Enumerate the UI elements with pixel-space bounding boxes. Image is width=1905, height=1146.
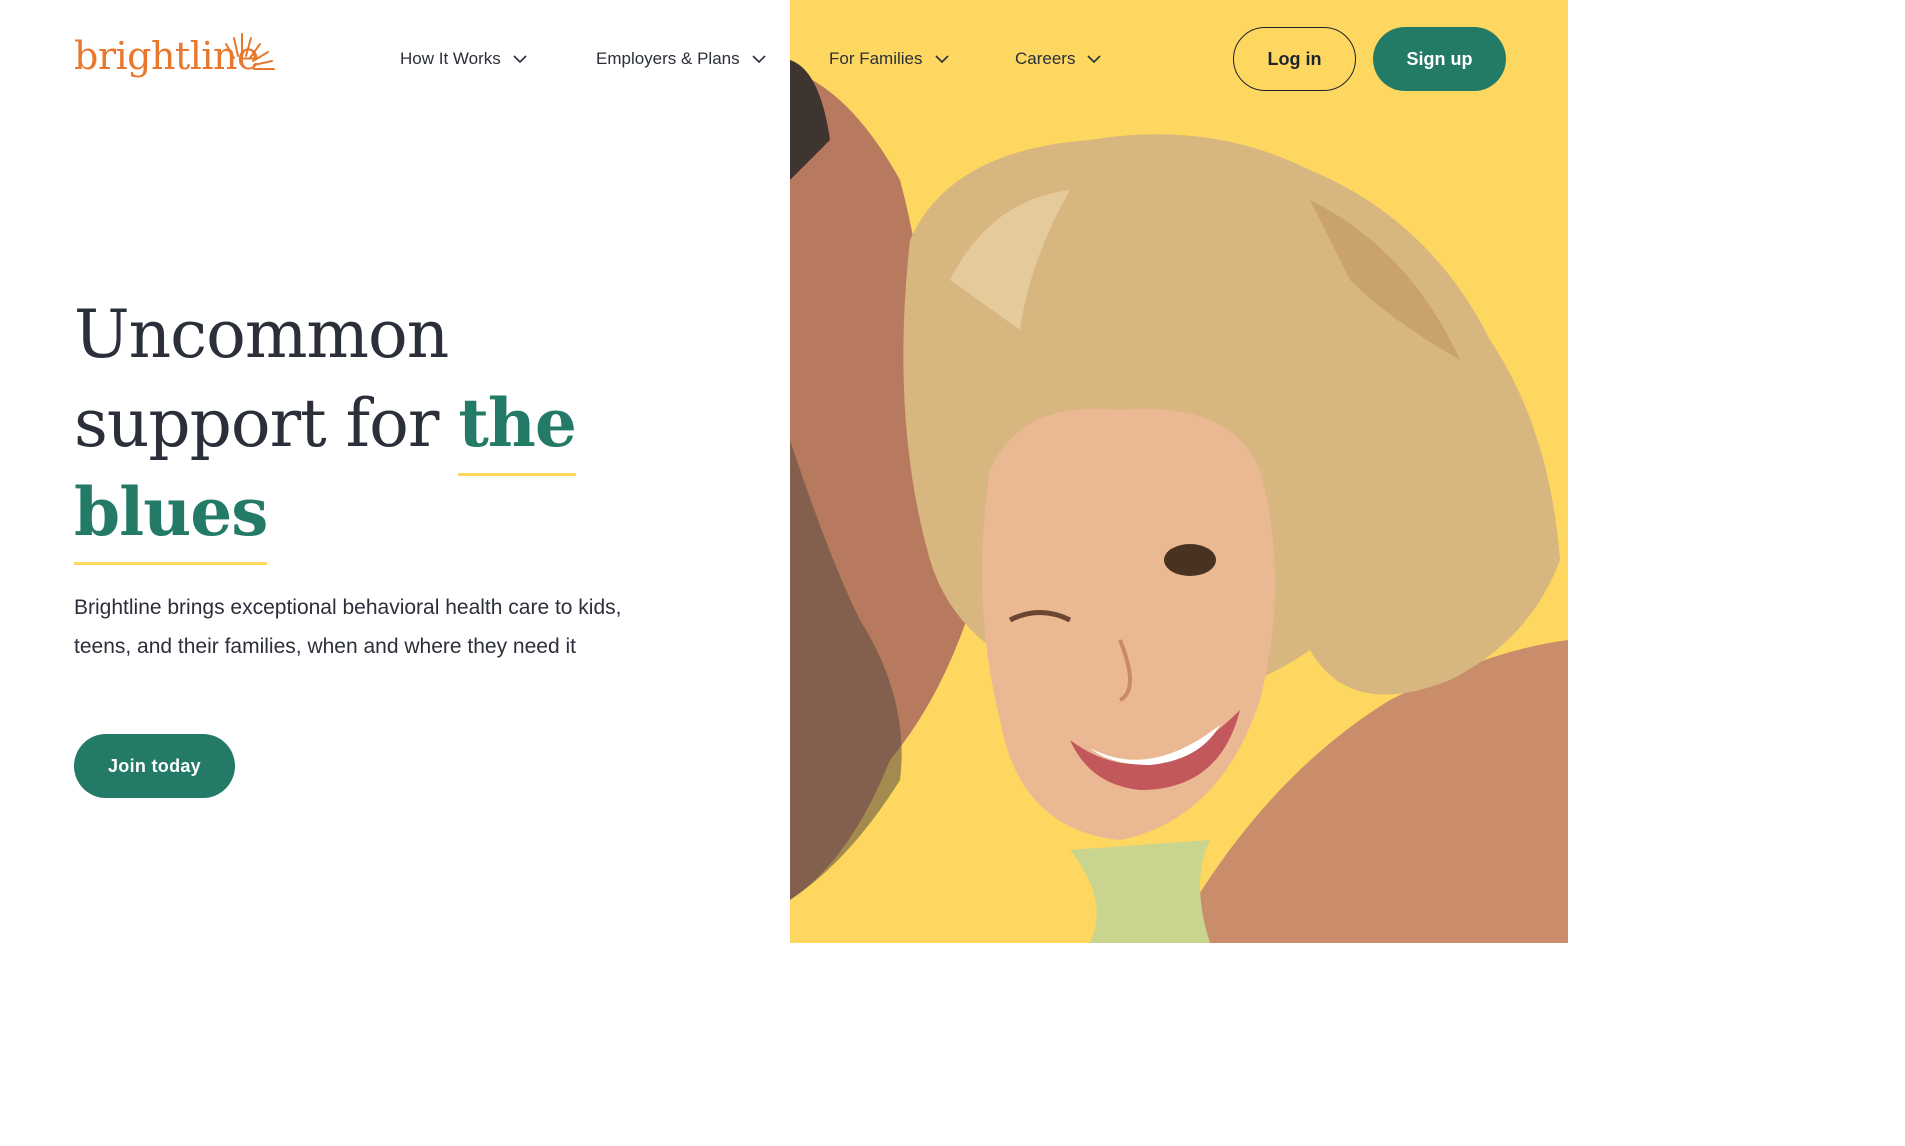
sun-rays-icon	[225, 33, 275, 70]
headline-accent-the: the	[458, 379, 577, 476]
hero-image	[790, 0, 1568, 943]
child-dress-shape	[1070, 840, 1210, 943]
chevron-down-icon	[752, 54, 766, 64]
nav-label: Careers	[1015, 49, 1076, 68]
brightline-logo[interactable]: brightline	[74, 30, 275, 86]
nav-how-it-works[interactable]: How It Works	[400, 46, 527, 72]
chevron-down-icon	[1087, 54, 1102, 64]
nav-careers[interactable]: Careers	[1015, 46, 1102, 72]
headline-line-1: Uncommon	[74, 296, 449, 373]
hero-headline: Uncommon support for the blues	[74, 290, 714, 565]
signup-button[interactable]: Sign up	[1373, 27, 1506, 91]
hero-subtext: Brightline brings exceptional behavioral…	[74, 596, 622, 658]
nav-employers-plans[interactable]: Employers & Plans	[596, 46, 766, 72]
nav-label: For Families	[829, 49, 923, 68]
login-button[interactable]: Log in	[1233, 27, 1356, 91]
nav-for-families[interactable]: For Families	[829, 46, 949, 72]
chevron-down-icon	[934, 54, 949, 64]
join-today-button[interactable]: Join today	[74, 734, 235, 798]
headline-accent-blues: blues	[74, 468, 268, 565]
headline-plain-text: support for	[74, 385, 459, 462]
headline-line-3: blues	[74, 468, 714, 565]
nav-label: Employers & Plans	[596, 49, 740, 68]
headline-line-2: support for the	[74, 379, 714, 476]
chevron-down-icon	[513, 54, 527, 64]
nav-label: How It Works	[400, 49, 501, 68]
child-eye-open	[1164, 544, 1216, 576]
site-header: brightline How It Works Employers & Plan…	[0, 0, 1568, 118]
child-parent-illustration	[790, 60, 1568, 943]
